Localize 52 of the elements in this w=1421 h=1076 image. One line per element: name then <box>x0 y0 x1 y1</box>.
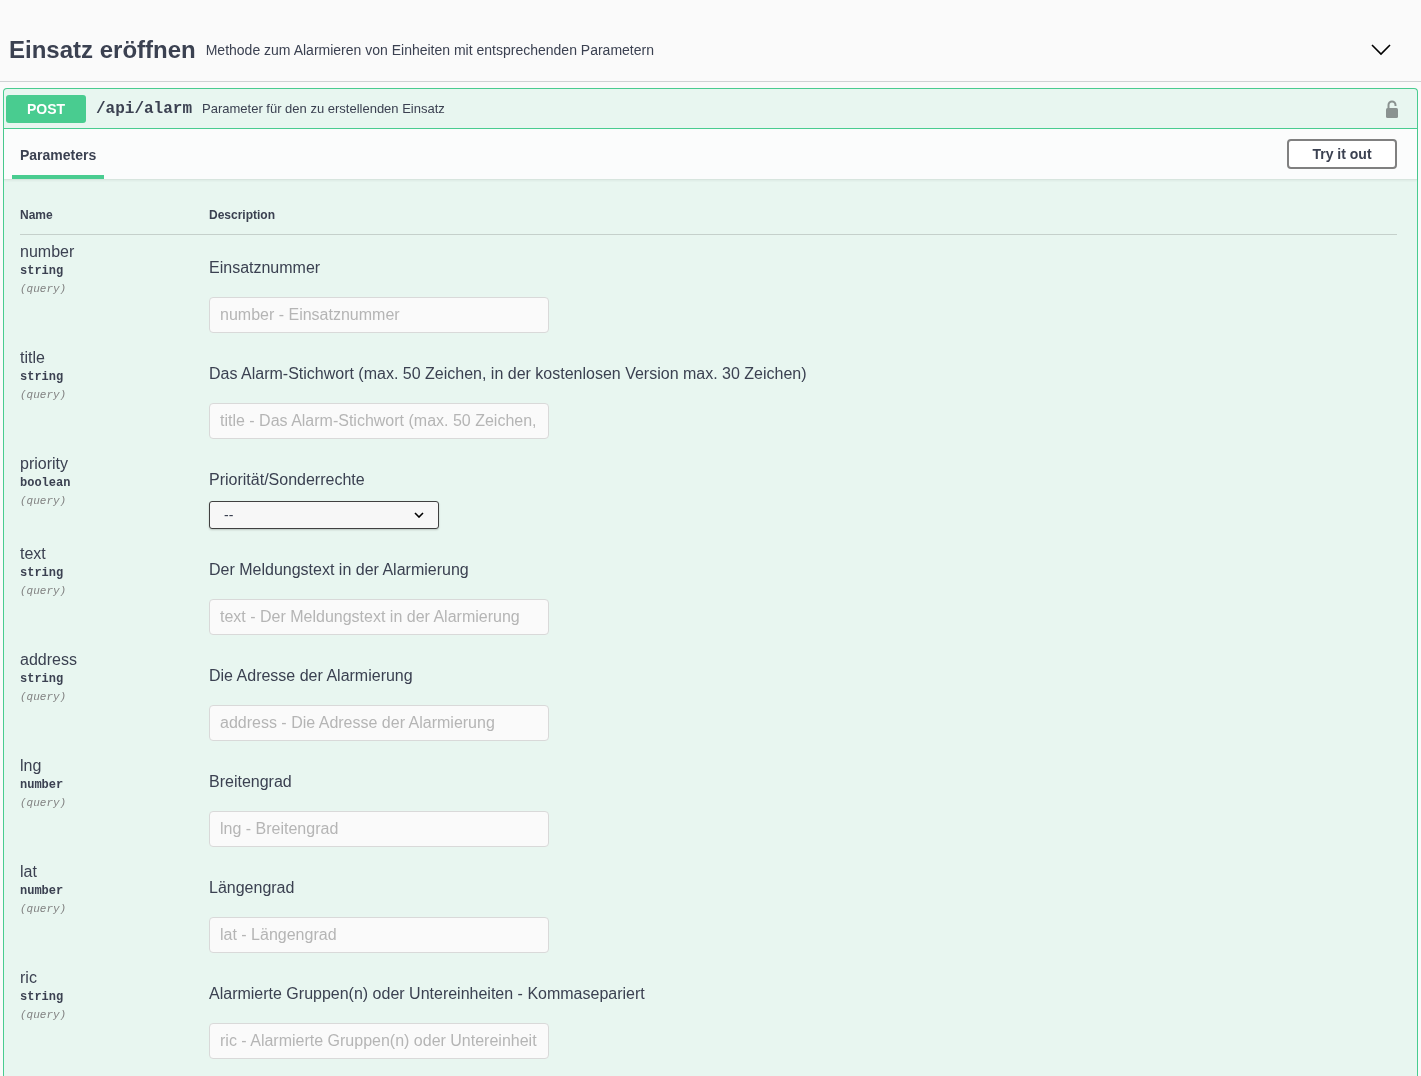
unlocked-padlock-icon[interactable] <box>1385 99 1399 118</box>
parameter-type: string <box>20 990 65 1004</box>
tab[interactable]: Parameters <box>12 147 105 179</box>
column-header: Description <box>209 208 275 222</box>
input-field[interactable]: text - Der Meldungstext in der Alarmierung <box>209 599 549 635</box>
parameter-type: boolean <box>20 476 72 490</box>
parameter-type: number <box>20 884 65 898</box>
endpoint-path: /api/alarm <box>96 99 192 118</box>
parameter-name: priority <box>20 455 69 473</box>
operation-summary: Parameter für den zu erstellenden Einsatz <box>202 101 445 116</box>
input-field[interactable]: number - Einsatznummer <box>209 297 549 333</box>
parameter-description: Die Adresse der Alarmierung <box>209 667 414 685</box>
column-header: Name <box>20 208 54 222</box>
parameter-location: (query) <box>20 1009 68 1021</box>
parameter-location: (query) <box>20 389 68 401</box>
parameter-location: (query) <box>20 797 68 809</box>
parameter-name: title <box>20 349 46 367</box>
parameter-type: string <box>20 370 65 384</box>
parameter-name: number <box>20 243 76 261</box>
parameter-location: (query) <box>20 691 68 703</box>
parameter-description: Priorität/Sonderrechte <box>209 471 366 489</box>
parameter-name: ric <box>20 969 38 987</box>
parameter-description: Alarmierte Gruppen(n) oder Untereinheiten - Kommasepariert <box>209 985 645 1003</box>
parameter-description: Der Meldungstext in der Alarmierung <box>209 561 470 579</box>
parameter-location: (query) <box>20 903 68 915</box>
parameter-location: (query) <box>20 585 68 597</box>
parameter-location: (query) <box>20 283 68 295</box>
parameter-description: Breitengrad <box>209 773 293 791</box>
chevron-icon[interactable] <box>1371 43 1391 56</box>
caret-icon <box>414 512 424 518</box>
try-it-out-button[interactable]: Try it out <box>1287 139 1397 169</box>
parameter-name: text <box>20 545 47 563</box>
parameter-location: (query) <box>20 495 68 507</box>
input-field[interactable]: address - Die Adresse der Alarmierung <box>209 705 549 741</box>
parameter-name: lat <box>20 863 38 881</box>
dropdown[interactable]: -- <box>209 501 439 529</box>
section-title: Einsatz eröffnen <box>9 35 196 64</box>
parameter-type: string <box>20 672 65 686</box>
parameter-description: Das Alarm-Stichwort (max. 50 Zeichen, in der kostenlosen Version max. 30 Zeichen) <box>209 365 807 383</box>
input-field[interactable]: lat - Längengrad <box>209 917 549 953</box>
parameter-type: string <box>20 264 65 278</box>
input-field[interactable]: title - Das Alarm-Stichwort (max. 50 Zeichen, <box>209 403 549 439</box>
section-description: Methode zum Alarmieren von Einheiten mit entsprechenden Parametern <box>205 41 654 58</box>
parameter-name: lng <box>20 757 43 775</box>
parameter-description: Einsatznummer <box>209 259 322 277</box>
input-field[interactable]: lng - Breitengrad <box>209 811 549 847</box>
parameter-description: Längengrad <box>209 879 296 897</box>
parameter-type: number <box>20 778 65 792</box>
parameter-type: string <box>20 566 65 580</box>
parameter-name: address <box>20 651 78 669</box>
input-field[interactable]: ric - Alarmierte Gruppen(n) oder Untereinheit <box>209 1023 549 1059</box>
method-badge: POST <box>6 94 86 123</box>
